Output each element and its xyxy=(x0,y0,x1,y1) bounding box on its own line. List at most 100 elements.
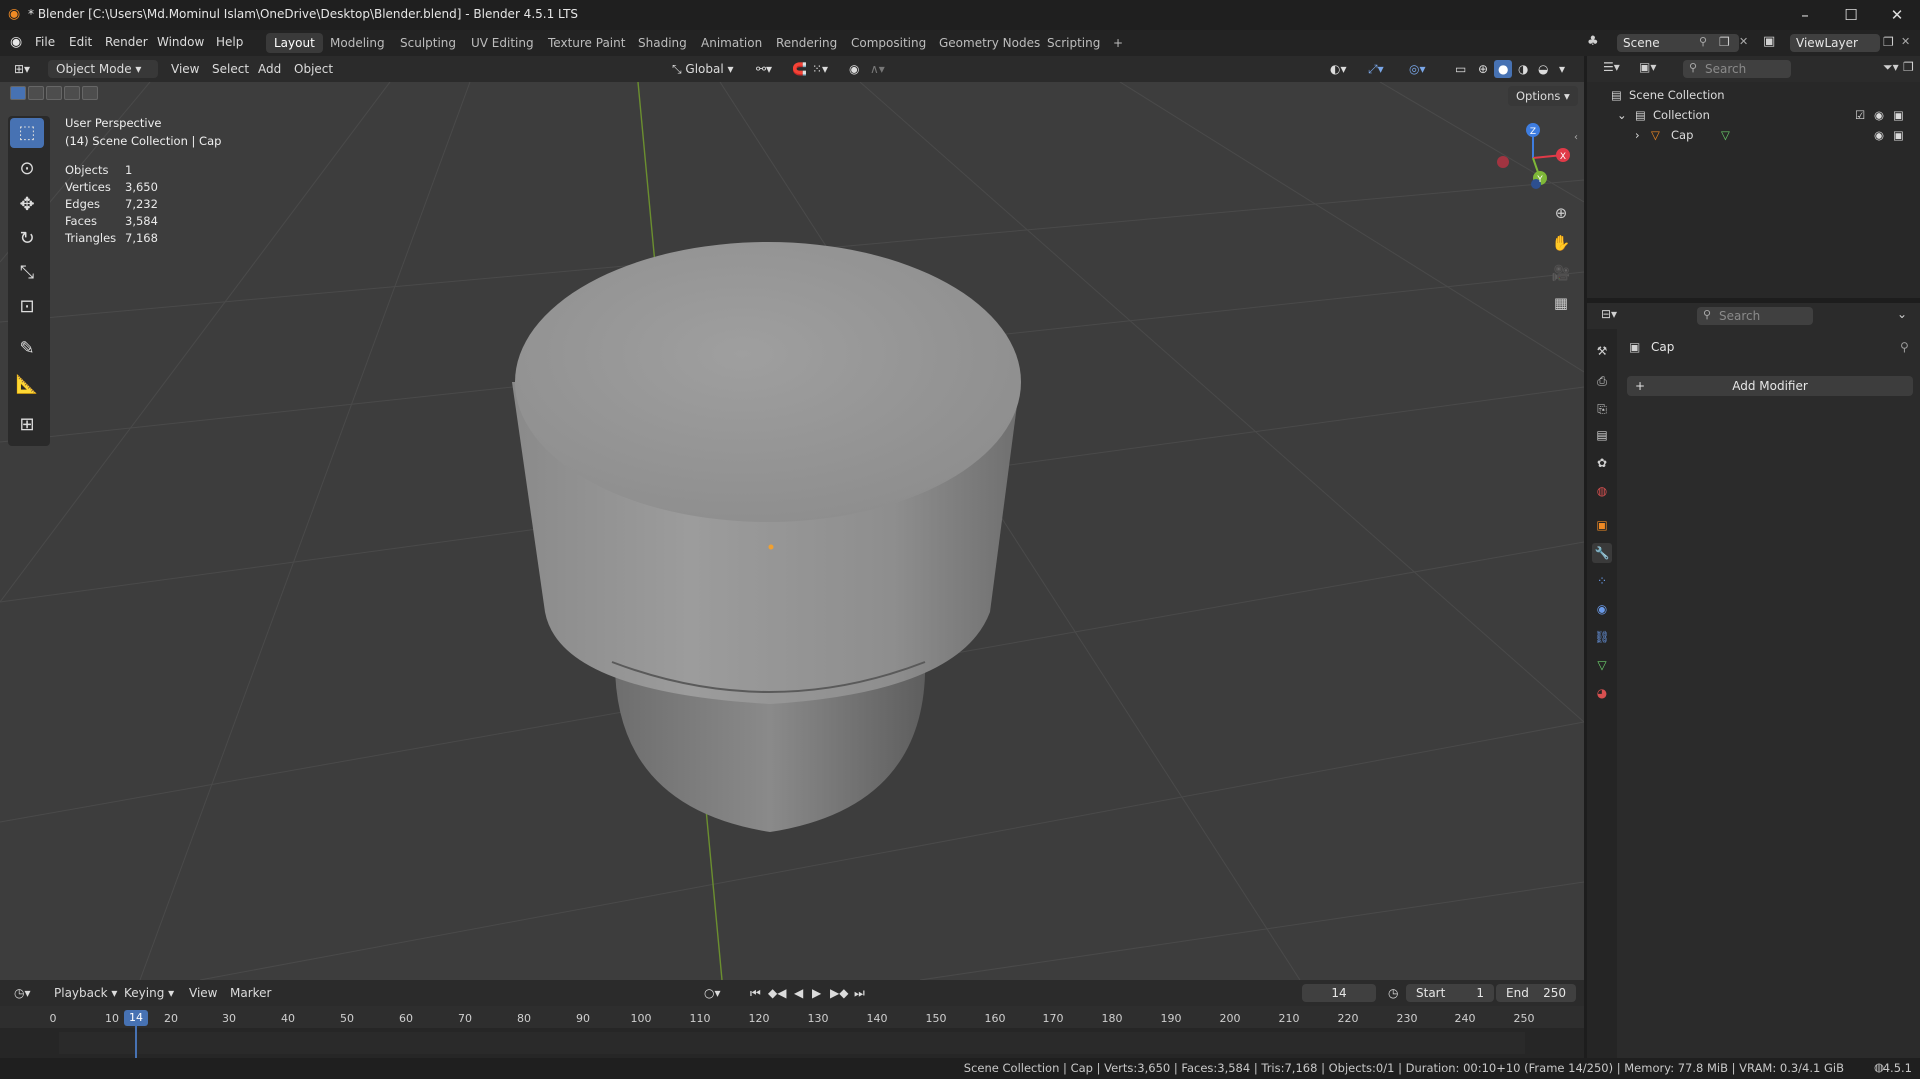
tab-layout[interactable]: Layout xyxy=(266,33,323,53)
gizmo-toggle-icon[interactable]: ⤢▾ xyxy=(1364,60,1388,78)
checkbox-icon[interactable]: ☑ xyxy=(1855,105,1865,125)
physics-tab-icon[interactable]: ◉ xyxy=(1592,599,1612,619)
tab-sculpting[interactable]: Sculpting xyxy=(392,33,464,53)
falloff-icon[interactable]: ∧▾ xyxy=(866,60,889,78)
data-tab-icon[interactable]: ▽ xyxy=(1592,655,1612,675)
measure-tool-icon[interactable]: 📐 xyxy=(10,370,44,400)
menu-file[interactable]: File xyxy=(35,35,55,49)
properties-options-icon[interactable]: ⌄ xyxy=(1897,307,1907,321)
tab-modeling[interactable]: Modeling xyxy=(322,33,393,53)
tab-rendering[interactable]: Rendering xyxy=(768,33,845,53)
filter-icon[interactable]: ⏷▾ xyxy=(1883,60,1899,75)
menu-add[interactable]: Add xyxy=(254,60,285,78)
pan-hand-icon[interactable]: ✋ xyxy=(1548,230,1574,256)
frame-ruler[interactable]: 0 10 20 30 40 50 60 70 80 90 100 110 120… xyxy=(0,1006,1584,1028)
zoom-icon[interactable]: ⊕ xyxy=(1548,200,1574,226)
properties-search-input[interactable]: Search xyxy=(1697,307,1813,325)
camera-icon[interactable]: ▣ xyxy=(1893,105,1904,125)
outliner-editor-type-icon[interactable]: ☰▾ xyxy=(1603,60,1620,74)
tab-compositing[interactable]: Compositing xyxy=(843,33,934,53)
cursor-tool-icon[interactable]: ⊙ xyxy=(10,154,44,184)
menu-keying[interactable]: Keying ▾ xyxy=(120,984,178,1002)
perspective-toggle-icon[interactable]: ▦ xyxy=(1548,290,1574,316)
menu-playback[interactable]: Playback ▾ xyxy=(50,984,121,1002)
shading-options-icon[interactable]: ▾ xyxy=(1555,60,1569,78)
select-box-tool-icon[interactable]: ⬚ xyxy=(10,118,44,148)
auto-keying-icon[interactable]: ○▾ xyxy=(700,984,725,1002)
end-frame-field[interactable]: End 250 xyxy=(1496,984,1576,1002)
snap-target-icon[interactable]: ⁙▾ xyxy=(808,60,832,78)
tab-animation[interactable]: Animation xyxy=(693,33,770,53)
menu-marker[interactable]: Marker xyxy=(226,984,275,1002)
tab-texture-paint[interactable]: Texture Paint xyxy=(540,33,633,53)
minimize-button[interactable]: – xyxy=(1782,0,1828,30)
display-mode-icon[interactable]: ▣▾ xyxy=(1639,60,1656,74)
select-invert-icon[interactable] xyxy=(64,86,80,100)
annotate-tool-icon[interactable]: ✎ xyxy=(10,334,44,364)
menu-view[interactable]: View xyxy=(185,984,221,1002)
start-frame-field[interactable]: Start 1 xyxy=(1406,984,1494,1002)
view-layer-field[interactable]: ViewLayer xyxy=(1790,34,1880,52)
tab-scripting[interactable]: Scripting xyxy=(1039,33,1108,53)
transform-tool-icon[interactable]: ⊡ xyxy=(10,292,44,322)
add-workspace-button[interactable]: + xyxy=(1105,33,1131,53)
mesh-data-icon[interactable]: ▽ xyxy=(1721,125,1730,145)
mode-dropdown[interactable]: Object Mode ▾ xyxy=(48,60,158,78)
outliner-row-scene-collection[interactable]: ▤ Scene Collection xyxy=(1587,85,1920,105)
preview-range-icon[interactable]: ◷ xyxy=(1384,984,1402,1002)
overlay-toggle-icon[interactable]: ◎▾ xyxy=(1405,60,1430,78)
current-frame-field[interactable]: 14 xyxy=(1302,984,1376,1002)
options-dropdown[interactable]: Options ▾ xyxy=(1508,86,1578,106)
select-extend-icon[interactable] xyxy=(28,86,44,100)
play-icon[interactable]: ▶ xyxy=(808,984,825,1002)
pin-icon[interactable]: ⚲ xyxy=(1699,35,1707,48)
new-view-layer-icon[interactable]: ❐ xyxy=(1883,35,1894,49)
tool-tab-icon[interactable]: ⚒ xyxy=(1592,341,1612,361)
rotate-tool-icon[interactable]: ↻ xyxy=(10,224,44,254)
menu-help[interactable]: Help xyxy=(216,35,243,49)
rendered-shading-icon[interactable]: ◒ xyxy=(1534,60,1552,78)
solid-shading-icon[interactable]: ● xyxy=(1494,60,1513,78)
outliner-row-cap[interactable]: › ▽ Cap ▽ ◉ ▣ xyxy=(1587,125,1920,145)
eye-icon[interactable]: ◉ xyxy=(1874,105,1884,125)
visibility-icon[interactable]: ◐▾ xyxy=(1326,60,1351,78)
close-button[interactable]: ✕ xyxy=(1874,0,1920,30)
playhead-frame-badge[interactable]: 14 xyxy=(124,1010,148,1026)
scale-tool-icon[interactable]: ⤡ xyxy=(10,258,44,288)
new-scene-icon[interactable]: ❐ xyxy=(1719,35,1730,49)
transform-orientation-dropdown[interactable]: ⤡ Global ▾ xyxy=(668,60,738,78)
object-tab-icon[interactable]: ▣ xyxy=(1592,515,1612,535)
next-keyframe-icon[interactable]: ▶◆ xyxy=(826,984,852,1002)
timeline-editor-type-icon[interactable]: ◷▾ xyxy=(10,984,35,1002)
chevron-down-icon[interactable]: ⌄ xyxy=(1617,105,1627,125)
particles-tab-icon[interactable]: ⁘ xyxy=(1592,571,1612,591)
constraints-tab-icon[interactable]: ⛓ xyxy=(1592,627,1612,647)
material-shading-icon[interactable]: ◑ xyxy=(1514,60,1532,78)
prev-keyframe-icon[interactable]: ◆◀ xyxy=(764,984,790,1002)
eye-icon[interactable]: ◉ xyxy=(1874,125,1884,145)
editor-type-icon[interactable]: ⊞▾ xyxy=(10,60,34,78)
camera-view-icon[interactable]: 🎥 xyxy=(1548,260,1574,286)
delete-view-layer-icon[interactable]: ✕ xyxy=(1901,35,1910,48)
menu-edit[interactable]: Edit xyxy=(69,35,92,49)
jump-start-icon[interactable]: ⏮ xyxy=(746,984,765,1002)
modifier-tab-icon[interactable]: 🔧 xyxy=(1592,543,1612,563)
pin-icon[interactable]: ⚲ xyxy=(1900,340,1909,354)
output-tab-icon[interactable]: ⎘ xyxy=(1592,399,1612,419)
world-tab-icon[interactable]: ◍ xyxy=(1592,481,1612,501)
view-layer-tab-icon[interactable]: ▤ xyxy=(1592,425,1612,445)
select-subtract-icon[interactable] xyxy=(46,86,62,100)
menu-object[interactable]: Object xyxy=(290,60,337,78)
timeline-panel[interactable]: 0 10 20 30 40 50 60 70 80 90 100 110 120… xyxy=(0,1006,1584,1058)
3d-viewport[interactable]: ⬚ ⊙ ✥ ↻ ⤡ ⊡ ✎ 📐 ⊞ User Perspective (14) … xyxy=(0,82,1584,980)
pivot-point-icon[interactable]: ⚯▾ xyxy=(752,60,776,78)
xray-toggle-icon[interactable]: ▭ xyxy=(1451,60,1470,78)
camera-icon[interactable]: ▣ xyxy=(1893,125,1904,145)
select-intersect-icon[interactable] xyxy=(82,86,98,100)
tab-uv-editing[interactable]: UV Editing xyxy=(463,33,542,53)
blender-menu-icon[interactable]: ◉ xyxy=(10,34,22,50)
navigation-gizmo[interactable]: Z X Y xyxy=(1488,118,1578,208)
scene-tab-icon[interactable]: ✿ xyxy=(1592,453,1612,473)
wireframe-shading-icon[interactable]: ⊕ xyxy=(1474,60,1492,78)
menu-render[interactable]: Render xyxy=(105,35,148,49)
